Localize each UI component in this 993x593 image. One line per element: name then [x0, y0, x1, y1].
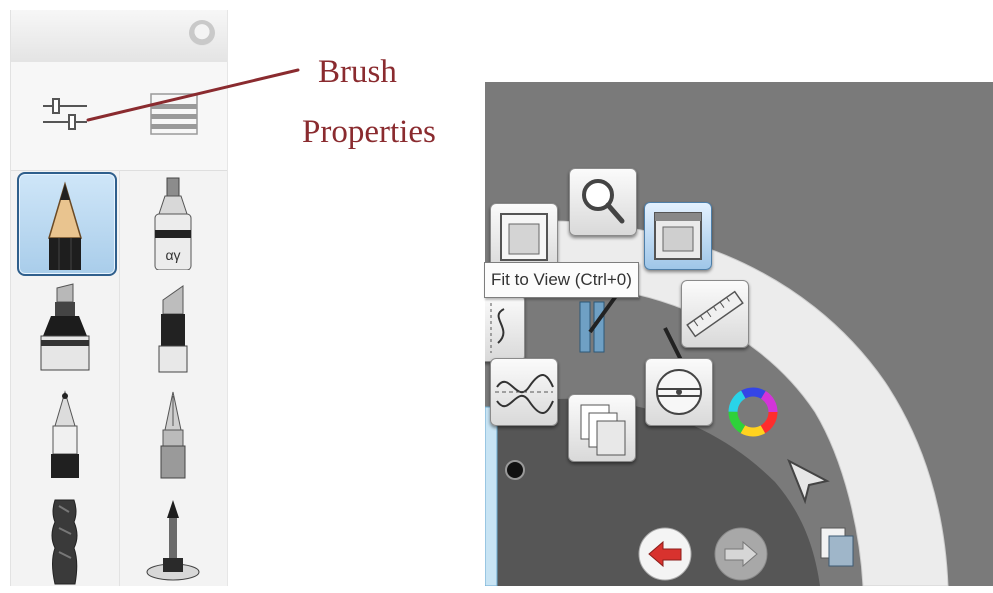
menu-symmetry[interactable] — [485, 294, 525, 362]
drawing-canvas[interactable] — [485, 82, 993, 586]
menu-zoom[interactable] — [569, 168, 637, 236]
tooltip-fit-to-view: Fit to View (Ctrl+0) — [484, 262, 639, 298]
copy-icon[interactable] — [813, 522, 863, 572]
undo-icon[interactable] — [635, 524, 695, 584]
menu-fit-to-view[interactable] — [644, 202, 712, 270]
palette-header — [11, 10, 227, 63]
svg-text:αγ: αγ — [165, 247, 180, 263]
fit-to-view-icon — [654, 212, 702, 260]
french-curve-icon — [495, 374, 554, 414]
ellipse-guide-icon — [656, 369, 702, 415]
select-arrow-icon[interactable] — [783, 455, 833, 505]
brush-chisel-marker[interactable] — [125, 280, 221, 380]
brush-ink-pen[interactable] — [125, 386, 221, 486]
brush-paint-bucket[interactable] — [125, 492, 221, 592]
annotation-label-line2: Properties — [302, 114, 436, 150]
chisel-marker-icon — [158, 285, 188, 373]
menu-layers[interactable] — [568, 394, 636, 462]
layer-editor-icon — [500, 213, 548, 261]
airbrush-icon: αγ — [154, 177, 192, 271]
brush-ballpoint-pen[interactable] — [17, 386, 113, 486]
magnifier-icon — [582, 179, 625, 224]
color-wheel-icon[interactable] — [723, 382, 783, 442]
brush-pencil[interactable] — [17, 172, 117, 276]
marker-icon — [40, 283, 90, 371]
pencil-icon — [47, 181, 83, 270]
ink-pen-icon — [160, 391, 186, 479]
palette-toggle-button[interactable] — [189, 20, 215, 46]
column-divider — [119, 170, 120, 586]
transform-icon[interactable] — [570, 292, 620, 362]
symmetry-icon — [490, 303, 505, 353]
brush-airbrush[interactable]: αγ — [125, 174, 221, 274]
layers-icon — [580, 404, 626, 456]
menu-ellipse-guide[interactable] — [645, 358, 713, 426]
ballpoint-pen-icon — [51, 390, 79, 478]
brush-smudge[interactable] — [17, 492, 113, 592]
paint-bucket-icon — [146, 500, 200, 581]
menu-layer-editor[interactable] — [490, 203, 558, 271]
brush-grid: αγ — [11, 170, 227, 586]
menu-french-curve[interactable] — [490, 358, 558, 426]
annotation-label-line1: Brush — [318, 54, 397, 90]
brush-marker[interactable] — [17, 280, 113, 380]
redo-icon[interactable] — [711, 524, 771, 584]
smudge-icon — [51, 499, 78, 585]
